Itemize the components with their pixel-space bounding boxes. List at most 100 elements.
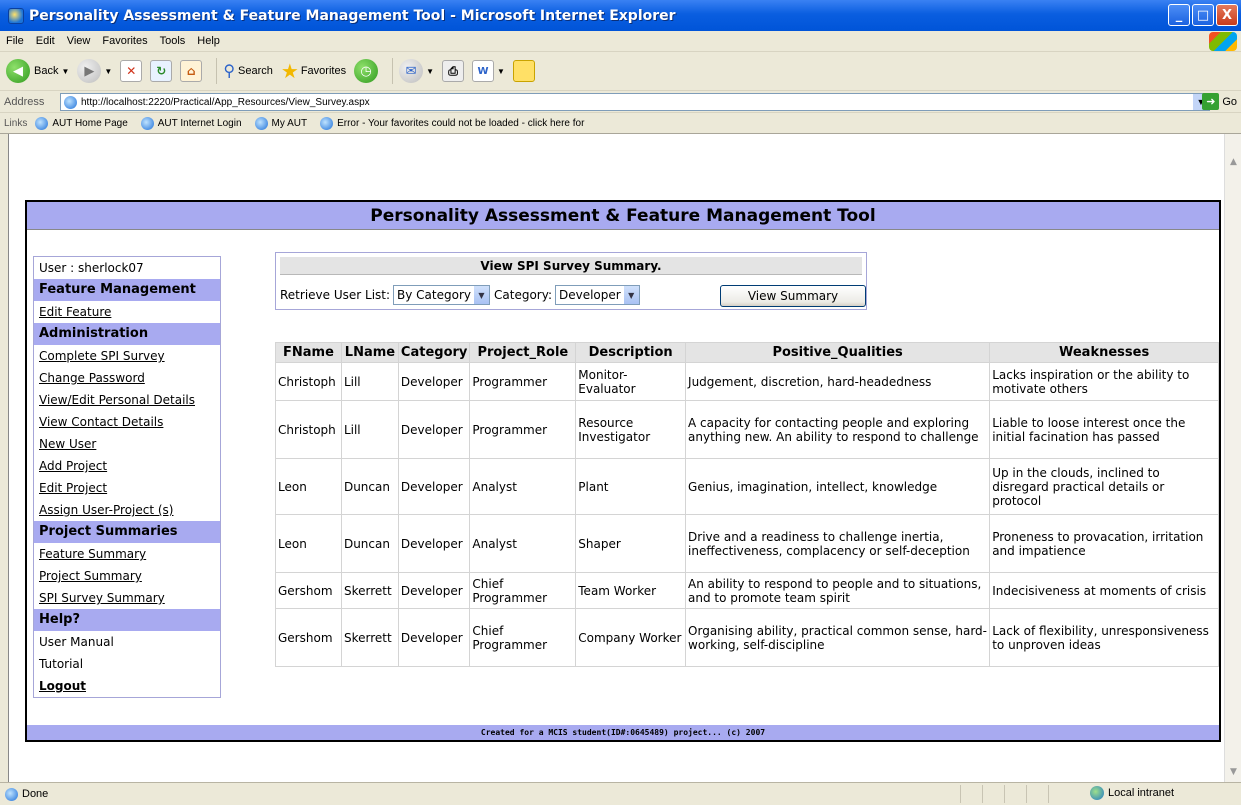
forward-dropdown-icon[interactable]: ▼ [104,67,112,76]
column-header-lname: LName [340,342,399,363]
sidebar-item-new-user[interactable]: New User [34,433,220,455]
scroll-down-icon[interactable]: ▼ [1226,764,1241,780]
minimize-button[interactable]: _ [1168,4,1190,26]
sidebar-item-spi-survey-summary[interactable]: SPI Survey Summary [34,587,220,609]
edit-dropdown-icon[interactable]: ▼ [497,67,505,76]
menu-favorites[interactable]: Favorites [96,35,153,47]
address-input[interactable]: http://localhost:2220/Practical/App_Reso… [60,93,1210,111]
sidebar-item-view-contact-details[interactable]: View Contact Details [34,411,220,433]
view-summary-button[interactable]: View Summary [720,285,866,307]
sidebar-item-assign-user-project-s[interactable]: Assign User-Project (s) [34,499,220,521]
forward-arrow-icon: ▶ [77,59,102,83]
sidebar-item-complete-spi-survey[interactable]: Complete SPI Survey [34,345,220,367]
column-header-project-role: Project_Role [469,342,577,363]
sidebar-user: User : sherlock07 [39,261,144,275]
favorites-button[interactable]: ★ Favorites [281,59,346,84]
sidebar-item-edit-project[interactable]: Edit Project [34,477,220,499]
word-edit-icon: W [472,60,494,82]
menu-edit[interactable]: Edit [30,35,61,47]
sidebar-item-user-manual[interactable]: User Manual [34,631,220,653]
menu-bar: File Edit View Favorites Tools Help [0,31,1241,52]
menu-tools[interactable]: Tools [154,35,192,47]
vertical-scrollbar[interactable]: ▲ ▼ [1224,134,1241,782]
zone-label: Local intranet [1108,787,1175,799]
page-icon [254,116,268,130]
sidebar-item-feature-summary[interactable]: Feature Summary [34,543,220,565]
mail-dropdown-icon[interactable]: ▼ [426,67,434,76]
ie-app-icon [8,7,24,24]
forward-button[interactable]: ▶ ▼ [77,59,112,83]
search-button[interactable]: ⚲ Search [223,61,273,81]
windows-logo-icon [1209,32,1237,51]
sidebar-item-project-summary[interactable]: Project Summary [34,565,220,587]
status-pane [1048,785,1070,803]
toolbar: ◀ Back ▼ ▶ ▼ ✕ ↻ ⌂ ⚲ Search ★ Favorites … [0,52,1241,91]
close-button[interactable]: X [1216,4,1238,26]
category-label: Category: [494,288,552,302]
status-pane [960,785,982,803]
menu-view[interactable]: View [61,35,97,47]
status-text: Done [0,787,48,801]
sidebar-item-tutorial[interactable]: Tutorial [34,653,220,675]
menu-help[interactable]: Help [191,35,226,47]
sidebar-item-view-edit-personal-details[interactable]: View/Edit Personal Details [34,389,220,411]
category-select[interactable]: Developer ▼ [554,285,640,305]
table-cell-positive-qualities: An ability to respond to people and to s… [685,572,991,609]
edit-button[interactable]: W ▼ [472,60,505,82]
sidebar-item-logout[interactable]: Logout [34,675,220,697]
sidebar-item-edit-feature[interactable]: Edit Feature [34,301,220,323]
go-button[interactable]: ➜ Go [1202,93,1237,110]
table-cell-lname: Duncan [340,458,399,515]
sidebar-item-help: Help? [34,609,220,631]
table-cell-category: Developer [397,514,471,573]
stop-icon[interactable]: ✕ [120,60,143,82]
table-cell-fname: Gershom [275,608,342,667]
chevron-down-icon: ▼ [623,286,639,304]
table-cell-category: Developer [397,608,471,667]
table-cell-fname: Leon [275,458,342,515]
table-cell-category: Developer [397,572,471,609]
table-cell-lname: Skerrett [340,572,399,609]
sidebar-item-add-project[interactable]: Add Project [34,455,220,477]
table-cell-project-role: Programmer [469,362,577,401]
page-footer: Created for a MCIS student(ID#:0645489) … [27,725,1219,740]
chevron-down-icon: ▼ [474,286,489,304]
folder-icon[interactable] [512,60,535,82]
mail-icon: ✉ [399,59,424,83]
history-icon[interactable]: ◷ [354,59,379,83]
table-cell-description: Shaper [575,514,687,573]
column-header-fname: FName [275,342,342,363]
table-cell-weaknesses: Lack of flexibility, unresponsiveness to… [989,608,1219,667]
survey-panel-title: View SPI Survey Summary. [280,257,862,275]
maximize-button[interactable]: □ [1192,4,1214,26]
page-icon [5,787,18,801]
table-cell-fname: Christoph [275,400,342,459]
link-my-aut[interactable]: My AUT [252,116,307,130]
back-button[interactable]: ◀ Back ▼ [6,59,69,83]
scroll-up-icon[interactable]: ▲ [1226,154,1241,170]
menu-file[interactable]: File [0,35,30,47]
table-cell-weaknesses: Up in the clouds, inclined to disregard … [989,458,1219,515]
table-cell-lname: Lill [340,362,399,401]
mail-button[interactable]: ✉ ▼ [399,59,434,83]
back-dropdown-icon[interactable]: ▼ [61,67,69,76]
home-icon[interactable]: ⌂ [180,60,203,82]
back-arrow-icon: ◀ [6,59,30,83]
link-label: AUT Internet Login [157,117,242,129]
retrieve-select[interactable]: By Category ▼ [393,285,490,305]
favorites-star-icon: ★ [280,60,299,83]
link-aut-home[interactable]: AUT Home Page [32,116,128,130]
page-icon [35,116,49,130]
table-row: Gershom Skerrett Developer Chief Programmer… [275,608,1219,667]
column-header-weaknesses: Weaknesses [989,342,1219,363]
table-cell-weaknesses: Liable to loose interest once the initia… [989,400,1219,459]
link-aut-login[interactable]: AUT Internet Login [138,116,242,130]
table-cell-category: Developer [397,362,471,401]
print-icon[interactable]: ⎙ [442,60,464,82]
table-cell-project-role: Programmer [469,400,577,459]
status-pane [1004,785,1026,803]
sidebar-item-change-password[interactable]: Change Password [34,367,220,389]
link-favorites-error[interactable]: Error - Your favorites could not be load… [317,116,584,130]
category-select-value: Developer [558,288,621,302]
refresh-icon[interactable]: ↻ [150,60,173,82]
